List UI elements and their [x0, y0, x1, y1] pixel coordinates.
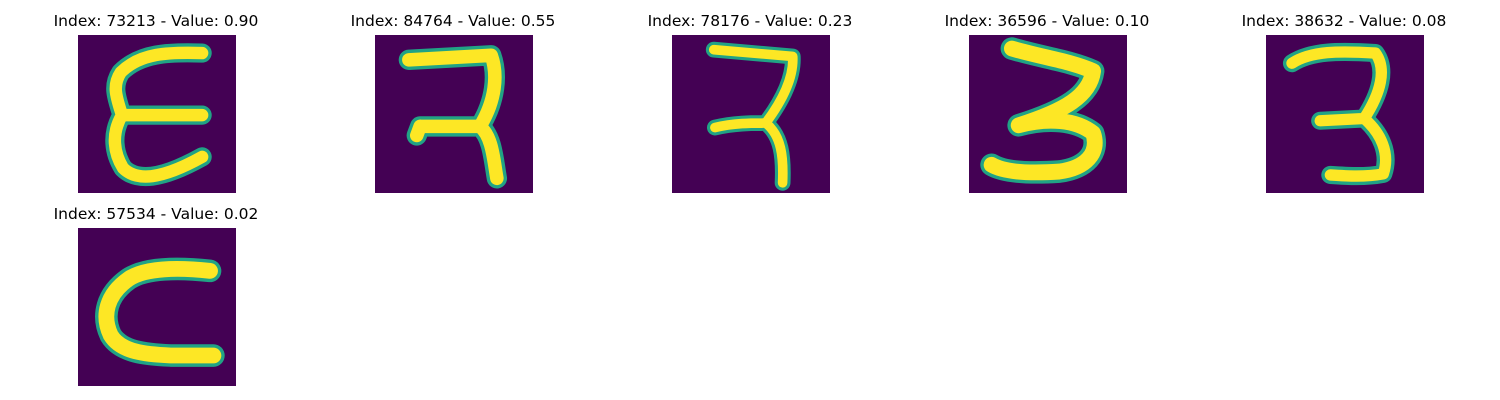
panel-title: Index: 57534 - Value: 0.02 [53, 205, 259, 223]
digit-panel-3: Index: 78176 - Value: 0.23 [620, 12, 880, 193]
digit-image-e-shape [78, 35, 236, 193]
panel-title: Index: 78176 - Value: 0.23 [647, 12, 853, 30]
panel-title: Index: 36596 - Value: 0.10 [944, 12, 1150, 30]
digit-image-c-shape [78, 228, 236, 386]
digit-image-seven-b [672, 35, 830, 193]
digit-panel-4: Index: 36596 - Value: 0.10 [917, 12, 1177, 193]
panel-title: Index: 84764 - Value: 0.55 [350, 12, 556, 30]
digit-panel-1: Index: 73213 - Value: 0.90 [26, 12, 286, 193]
digit-panel-5: Index: 38632 - Value: 0.08 [1214, 12, 1474, 193]
digit-panel-6: Index: 57534 - Value: 0.02 [26, 205, 286, 386]
digit-image-seven-a [375, 35, 533, 193]
digit-image-three-a [969, 35, 1127, 193]
digit-image-three-b [1266, 35, 1424, 193]
digit-panel-2: Index: 84764 - Value: 0.55 [323, 12, 583, 193]
panel-title: Index: 38632 - Value: 0.08 [1241, 12, 1447, 30]
panel-title: Index: 73213 - Value: 0.90 [53, 12, 259, 30]
